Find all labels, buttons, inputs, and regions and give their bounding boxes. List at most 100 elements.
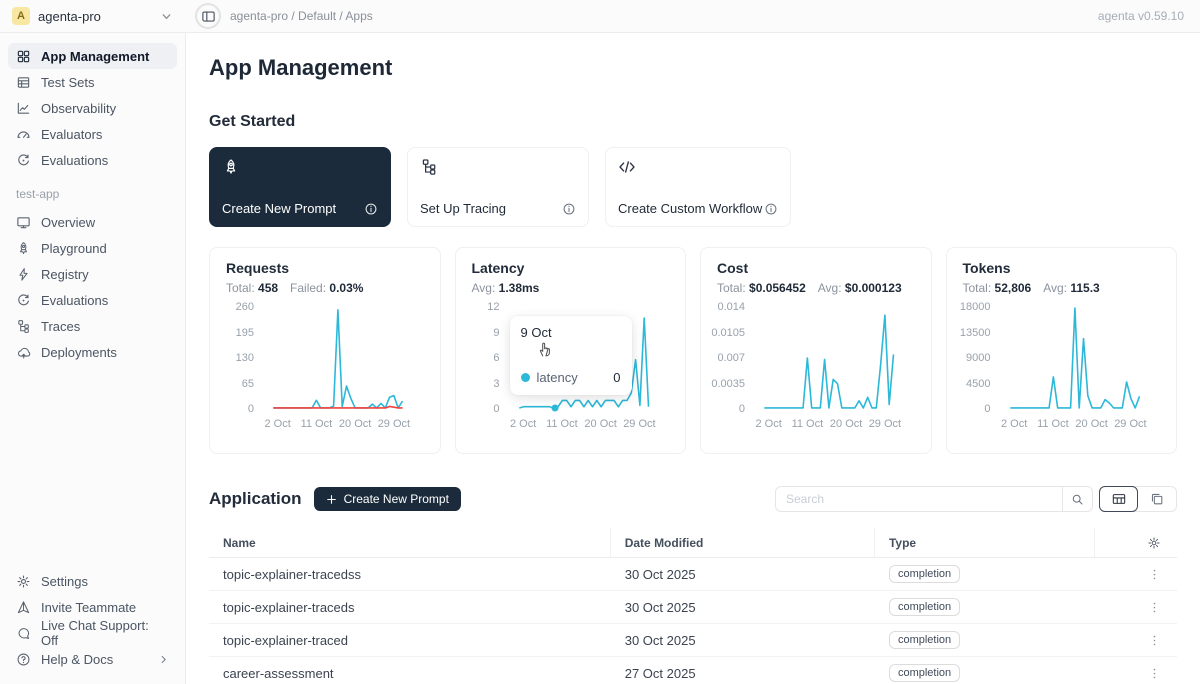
requests-card: Requests Total: 458Failed: 0.03% 2601951… <box>209 247 441 454</box>
column-settings[interactable] <box>1095 528 1177 557</box>
card-title: Tokens <box>963 260 1161 276</box>
column-name[interactable]: Name <box>209 528 611 557</box>
sidebar-item-label: Deployments <box>41 345 117 360</box>
plus-icon <box>326 494 337 505</box>
card-label: Create New Prompt <box>222 201 336 216</box>
cell-name: career-assessment <box>209 666 611 681</box>
stats-row: Requests Total: 458Failed: 0.03% 2601951… <box>209 247 1177 454</box>
gear-icon <box>16 574 31 589</box>
x-axis-tick: 2 Oct <box>510 418 536 430</box>
column-type[interactable]: Type <box>875 528 1095 557</box>
more-vertical-icon <box>1148 568 1161 581</box>
x-axis-tick: 29 Oct <box>1114 418 1146 430</box>
y-axis-tick: 9 <box>493 327 499 339</box>
y-axis-tick: 260 <box>236 301 254 313</box>
y-axis-tick: 4500 <box>966 378 990 390</box>
search-icon <box>1071 493 1084 506</box>
sidebar-item-help-docs[interactable]: Help & Docs <box>8 646 177 672</box>
more-vertical-icon <box>1148 601 1161 614</box>
sidebar-item-evaluations-app[interactable]: Evaluations <box>8 287 177 313</box>
search-button[interactable] <box>1062 487 1092 511</box>
send-icon <box>16 600 31 615</box>
sidebar-item-app-management[interactable]: App Management <box>8 43 177 69</box>
x-axis-tick: 29 Oct <box>378 418 410 430</box>
sidebar-item-evaluators[interactable]: Evaluators <box>8 121 177 147</box>
create-new-prompt-card[interactable]: Create New Prompt <box>209 147 391 227</box>
info-icon[interactable] <box>562 202 576 216</box>
circular-arrow-icon <box>16 293 31 308</box>
create-new-prompt-button[interactable]: Create New Prompt <box>314 487 461 511</box>
table-row[interactable]: topic-explainer-tracedss 30 Oct 2025 com… <box>209 558 1177 591</box>
card-stats: Total: 52,806Avg: 115.3 <box>963 281 1161 295</box>
table-view-button[interactable] <box>1099 486 1138 512</box>
row-more-button[interactable] <box>1146 664 1164 682</box>
type-badge: completion <box>889 631 960 649</box>
sidebar-item-live-chat[interactable]: Live Chat Support: Off <box>8 620 177 646</box>
workspace-avatar: A <box>12 7 30 25</box>
card-stats: Avg: 1.38ms <box>472 281 670 295</box>
cell-name: topic-explainer-traceds <box>209 600 611 615</box>
tokens-chart: 1800013500900045000 <box>963 307 1161 409</box>
sidebar-item-test-sets[interactable]: Test Sets <box>8 69 177 95</box>
x-axis-tick: 2 Oct <box>264 418 290 430</box>
card-stats: Total: $0.056452Avg: $0.000123 <box>717 281 915 295</box>
chevron-right-icon <box>158 654 169 665</box>
table-row[interactable]: topic-explainer-traced 30 Oct 2025 compl… <box>209 624 1177 657</box>
cell-name: topic-explainer-tracedss <box>209 567 611 582</box>
sidebar-item-deployments[interactable]: Deployments <box>8 339 177 365</box>
sidebar-item-label: Registry <box>41 267 89 282</box>
sidebar-section-test-app: test-app <box>16 187 169 201</box>
sidebar-item-invite-teammate[interactable]: Invite Teammate <box>8 594 177 620</box>
table-row[interactable]: career-assessment 27 Oct 2025 completion <box>209 657 1177 684</box>
set-up-tracing-card[interactable]: Set Up Tracing <box>407 147 589 227</box>
sidebar-collapse-button[interactable] <box>195 3 221 29</box>
sidebar-item-label: Evaluators <box>41 127 102 142</box>
table-row[interactable]: topic-explainer-traceds 30 Oct 2025 comp… <box>209 591 1177 624</box>
stat-avg: Avg: 1.38ms <box>472 281 540 295</box>
stat-total: Total: 458 <box>226 281 278 295</box>
sidebar-item-label: Test Sets <box>41 75 94 90</box>
info-icon[interactable] <box>364 202 378 216</box>
create-custom-workflow-card[interactable]: Create Custom Workflow <box>605 147 791 227</box>
workspace-selector[interactable]: A agenta-pro <box>0 0 186 32</box>
sidebar-item-label: Help & Docs <box>41 652 113 667</box>
rocket-icon <box>222 158 240 176</box>
y-axis-tick: 0 <box>248 403 254 415</box>
sidebar-item-registry[interactable]: Registry <box>8 261 177 287</box>
app-version: agenta v0.59.10 <box>1098 9 1200 23</box>
cost-card: Cost Total: $0.056452Avg: $0.000123 0.01… <box>700 247 932 454</box>
sidebar-item-overview[interactable]: Overview <box>8 209 177 235</box>
row-more-button[interactable] <box>1146 565 1164 583</box>
series-cost <box>764 315 893 408</box>
sidebar-item-evaluations[interactable]: Evaluations <box>8 147 177 173</box>
sidebar-item-label: App Management <box>41 49 149 64</box>
cell-date: 30 Oct 2025 <box>611 633 875 648</box>
series-tokens <box>1010 308 1139 408</box>
sidebar-item-observability[interactable]: Observability <box>8 95 177 121</box>
sidebar-item-label: Overview <box>41 215 95 230</box>
tooltip-date: 9 Oct <box>521 325 621 340</box>
card-label: Set Up Tracing <box>420 201 506 216</box>
code-icon <box>618 158 636 176</box>
search-box <box>775 486 1093 512</box>
table-view-icon <box>1112 492 1126 506</box>
card-title: Latency <box>472 260 670 276</box>
applications-table: Name Date Modified Type topic-explainer-… <box>209 528 1177 684</box>
tooltip-value: 0 <box>613 370 620 385</box>
card-view-button[interactable] <box>1137 487 1176 511</box>
cell-date: 27 Oct 2025 <box>611 666 875 681</box>
row-more-button[interactable] <box>1146 631 1164 649</box>
y-axis-tick: 0.007 <box>717 352 745 364</box>
column-date-modified[interactable]: Date Modified <box>611 528 875 557</box>
sidebar-item-label: Evaluations <box>41 293 108 308</box>
x-axis-tick: 20 Oct <box>584 418 616 430</box>
info-icon[interactable] <box>764 202 778 216</box>
row-more-button[interactable] <box>1146 598 1164 616</box>
x-axis-tick: 11 Oct <box>301 418 333 430</box>
sidebar-item-settings[interactable]: Settings <box>8 568 177 594</box>
sidebar-item-traces[interactable]: Traces <box>8 313 177 339</box>
search-input[interactable] <box>776 492 1062 506</box>
sidebar-item-playground[interactable]: Playground <box>8 235 177 261</box>
requests-chart: 260195130650 <box>226 307 424 409</box>
x-axis-tick: 2 Oct <box>1001 418 1027 430</box>
